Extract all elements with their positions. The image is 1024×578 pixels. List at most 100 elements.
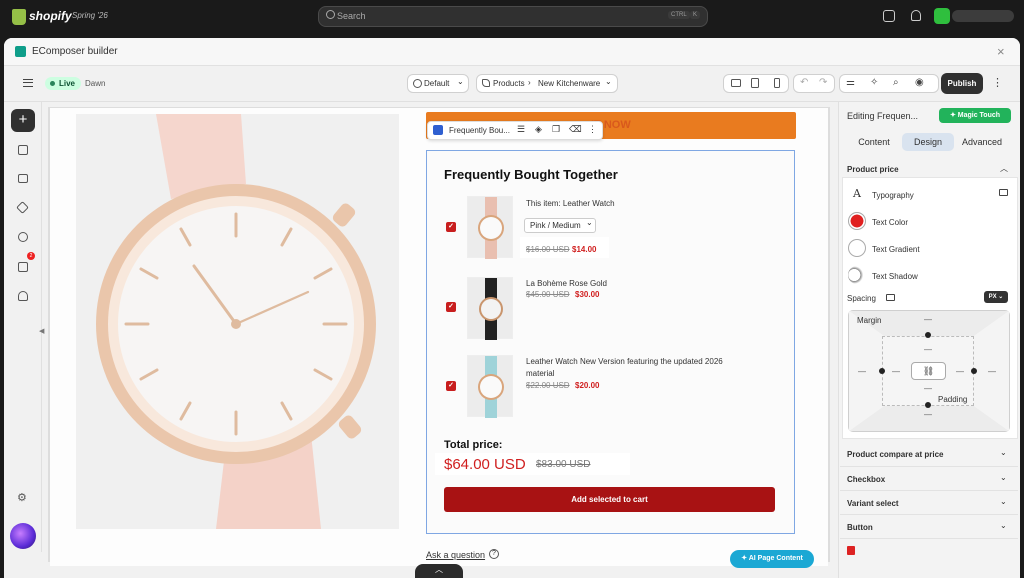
text-shadow-icon[interactable]: [848, 266, 866, 284]
desktop-icon[interactable]: [999, 189, 1008, 196]
watch-thumbnail-black: [479, 278, 503, 340]
sliders-icon[interactable]: ⚌: [846, 77, 855, 88]
help-icon: ?: [489, 549, 499, 559]
item-thumbnail[interactable]: [467, 355, 513, 418]
store-icon[interactable]: [883, 10, 895, 22]
item-compare-price: $16.00 USD: [526, 245, 570, 254]
device-select-value: Default: [424, 79, 450, 88]
gear-icon[interactable]: ⚙: [17, 491, 27, 504]
close-icon[interactable]: ×: [997, 44, 1005, 59]
tablet-icon[interactable]: [751, 78, 759, 88]
magic-touch-button[interactable]: ✦ Magic Touch: [939, 108, 1011, 123]
layout-icon[interactable]: [18, 174, 28, 183]
padding-top-value[interactable]: —: [924, 345, 932, 354]
panel-title: Editing Frequen...: [847, 111, 919, 121]
add-element-button[interactable]: +: [11, 109, 35, 132]
desktop-icon[interactable]: [886, 294, 895, 301]
block-type-icon: [433, 125, 443, 135]
tag-icon: [482, 79, 490, 87]
stack-icon[interactable]: ◈: [535, 124, 542, 135]
undo-icon[interactable]: ↶: [800, 77, 808, 88]
margin-top-value[interactable]: —: [924, 315, 932, 324]
user-name-redacted[interactable]: [952, 10, 1014, 22]
publish-button[interactable]: Publish: [941, 73, 983, 94]
search-code-icon[interactable]: ⌕: [893, 77, 899, 88]
item-checkbox[interactable]: ✓: [446, 381, 456, 391]
margin-left-value[interactable]: —: [858, 367, 866, 376]
section-product-price[interactable]: Product price: [847, 165, 899, 174]
chevron-down-icon[interactable]: ⌄: [1000, 448, 1007, 457]
margin-bottom-value[interactable]: —: [924, 410, 932, 419]
text-shadow-label[interactable]: Text Shadow: [872, 272, 918, 281]
page-type-label: Products: [493, 79, 525, 88]
drag-handle-top[interactable]: [925, 332, 931, 338]
margin-right-value[interactable]: —: [988, 367, 996, 376]
section-product-compare-price[interactable]: Product compare at price: [847, 450, 943, 459]
spacing-label: Spacing: [847, 294, 876, 303]
section-checkbox[interactable]: Checkbox: [847, 475, 885, 484]
unit-select[interactable]: PX ⌄: [984, 291, 1008, 303]
ask-question-link[interactable]: Ask a question: [426, 550, 485, 560]
padding-right-value[interactable]: —: [956, 367, 964, 376]
shopify-brand[interactable]: shopify: [29, 9, 72, 23]
eye-icon[interactable]: ◉: [915, 77, 924, 88]
typography-label[interactable]: Typography: [872, 191, 914, 200]
top-search-input[interactable]: [318, 6, 708, 27]
sections-icon[interactable]: [18, 145, 28, 155]
review-icon[interactable]: [18, 262, 28, 272]
ecomposer-logo-icon: [15, 46, 26, 57]
more-icon[interactable]: ⋮: [992, 76, 1003, 89]
padding-bottom-value[interactable]: —: [924, 384, 932, 393]
item-title-line2: material: [526, 369, 555, 378]
drag-handle-right[interactable]: [971, 368, 977, 374]
duplicate-icon[interactable]: ❐: [552, 124, 560, 135]
text-color-label[interactable]: Text Color: [872, 218, 908, 227]
drag-handle-bottom[interactable]: [925, 402, 931, 408]
padding-left-value[interactable]: —: [892, 367, 900, 376]
bottom-expand-handle[interactable]: ︿: [415, 564, 463, 578]
link-values-icon[interactable]: ⛓: [911, 362, 946, 380]
item-price: $14.00: [572, 245, 597, 254]
delete-icon[interactable]: [847, 546, 855, 555]
item-thumbnail[interactable]: [467, 277, 513, 340]
users-icon[interactable]: [18, 291, 28, 301]
text-color-swatch[interactable]: [848, 212, 866, 230]
text-gradient-label[interactable]: Text Gradient: [872, 245, 920, 254]
item-thumbnail[interactable]: [467, 196, 513, 259]
bell-icon[interactable]: [911, 10, 921, 21]
tab-advanced[interactable]: Advanced: [956, 133, 1008, 151]
text-gradient-swatch[interactable]: [848, 239, 866, 257]
drag-handle-left[interactable]: [879, 368, 885, 374]
shopify-bag-icon[interactable]: [12, 9, 26, 25]
menu-icon[interactable]: [23, 79, 33, 87]
item-title: La Bohème Rose Gold: [526, 279, 607, 288]
item-title: Leather Watch New Version featuring the …: [526, 357, 723, 366]
chevron-down-icon: ⌄: [586, 218, 593, 227]
item-checkbox[interactable]: ✓: [446, 222, 456, 232]
watch-thumbnail-blue: [478, 356, 504, 418]
item-checkbox[interactable]: ✓: [446, 302, 456, 312]
add-selected-to-cart-button[interactable]: Add selected to cart: [444, 487, 775, 512]
mobile-icon[interactable]: [774, 78, 780, 88]
block-name[interactable]: Frequently Bou...: [449, 126, 510, 135]
tab-content[interactable]: Content: [848, 133, 900, 151]
chevron-down-icon[interactable]: ⌄: [1000, 521, 1007, 530]
redo-icon[interactable]: ↷: [819, 77, 827, 88]
trash-icon[interactable]: ⌫: [569, 124, 582, 135]
ai-page-content-button[interactable]: ✦ AI Page Content: [730, 550, 814, 568]
user-avatar[interactable]: [934, 8, 950, 24]
section-button[interactable]: Button: [847, 523, 873, 532]
collapse-handle-icon[interactable]: ◀: [39, 327, 44, 335]
assistant-avatar[interactable]: [10, 523, 36, 549]
more-icon[interactable]: ⋮: [588, 124, 597, 135]
chevron-down-icon[interactable]: ⌄: [1000, 497, 1007, 506]
chevron-down-icon: ⌄: [457, 77, 464, 86]
chevron-down-icon[interactable]: ⌄: [1000, 473, 1007, 482]
desktop-icon[interactable]: [731, 79, 741, 87]
chevron-up-icon[interactable]: ︿: [1000, 163, 1008, 174]
list-icon[interactable]: ☰: [517, 124, 525, 135]
magic-wand-icon[interactable]: ✧: [870, 77, 878, 88]
history-icon[interactable]: [18, 232, 28, 242]
section-variant-select[interactable]: Variant select: [847, 499, 899, 508]
tab-design[interactable]: Design: [902, 133, 954, 151]
